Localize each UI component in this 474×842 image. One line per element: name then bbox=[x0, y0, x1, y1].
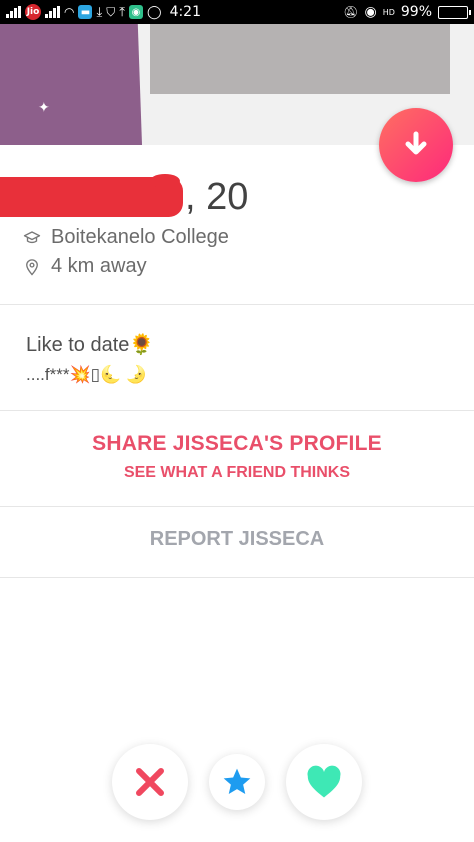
divider bbox=[0, 410, 474, 411]
graduation-cap-icon bbox=[23, 230, 41, 243]
heart-icon bbox=[307, 765, 341, 798]
like-button[interactable] bbox=[286, 744, 362, 820]
profile-age: , 20 bbox=[185, 175, 249, 218]
bio-line-2: ....f***💥▯🌜 🌛 bbox=[26, 365, 148, 384]
status-bar-left: Jio ◠ ▬ ⤓ ⛉ ⤒ ◉ ◯ 4:21 bbox=[6, 4, 201, 20]
signal-icon-2 bbox=[45, 6, 60, 18]
divider bbox=[0, 304, 474, 305]
arrow-down-icon bbox=[405, 131, 427, 155]
eye-icon: ◉ bbox=[364, 4, 377, 20]
share-title: SHARE JISSECA'S PROFILE bbox=[92, 432, 382, 455]
sparkle-icon: ✦ bbox=[38, 99, 50, 115]
bio-line-1: Like to date🌻 bbox=[26, 334, 155, 356]
photo-inner bbox=[150, 24, 450, 94]
mute-icon: 🔕︎ bbox=[343, 5, 359, 19]
distance-text: 4 km away bbox=[51, 255, 147, 277]
superlike-button[interactable] bbox=[209, 754, 265, 810]
battery-percent: 99% bbox=[400, 4, 432, 20]
divider bbox=[0, 506, 474, 507]
message-icon: ▬ bbox=[78, 5, 93, 19]
app-icon: ◉ bbox=[129, 5, 143, 19]
distance-row: 4 km away bbox=[23, 255, 147, 278]
close-icon bbox=[136, 768, 164, 796]
wifi-icon: ◠ bbox=[64, 5, 75, 19]
redacted-name bbox=[0, 174, 183, 217]
report-button[interactable]: REPORT JISSECA bbox=[0, 528, 474, 551]
hd-call-icon: HD bbox=[382, 7, 395, 17]
status-time: 4:21 bbox=[169, 4, 202, 20]
name-age-row: , 20 bbox=[0, 172, 248, 222]
whatsapp-icon: ◯ bbox=[147, 4, 162, 20]
nope-button[interactable] bbox=[112, 744, 188, 820]
battery-icon bbox=[438, 5, 471, 19]
status-bar-right: 🔕︎ ◉ HD 99% bbox=[343, 4, 471, 20]
share-profile-button[interactable]: SHARE JISSECA'S PROFILE SEE WHAT A FRIEN… bbox=[0, 432, 474, 482]
school-name: Boitekanelo College bbox=[51, 226, 229, 248]
upload-icon: ⤒ bbox=[119, 4, 125, 20]
carrier-logo: Jio bbox=[25, 4, 41, 20]
download-icon: ⤓ bbox=[96, 4, 103, 20]
school-row: Boitekanelo College bbox=[23, 226, 229, 249]
collapse-profile-button[interactable] bbox=[379, 108, 453, 182]
divider bbox=[0, 577, 474, 578]
location-pin-icon bbox=[26, 258, 38, 276]
signal-icon bbox=[6, 6, 21, 18]
star-icon bbox=[223, 768, 251, 794]
bio: Like to date🌻 ....f***💥▯🌜 🌛 bbox=[26, 330, 154, 390]
status-bar: Jio ◠ ▬ ⤓ ⛉ ⤒ ◉ ◯ 4:21 🔕︎ ◉ HD 99% bbox=[0, 0, 474, 24]
share-subtitle: SEE WHAT A FRIEND THINKS bbox=[123, 464, 351, 481]
shield-icon: ⛉ bbox=[106, 4, 116, 19]
